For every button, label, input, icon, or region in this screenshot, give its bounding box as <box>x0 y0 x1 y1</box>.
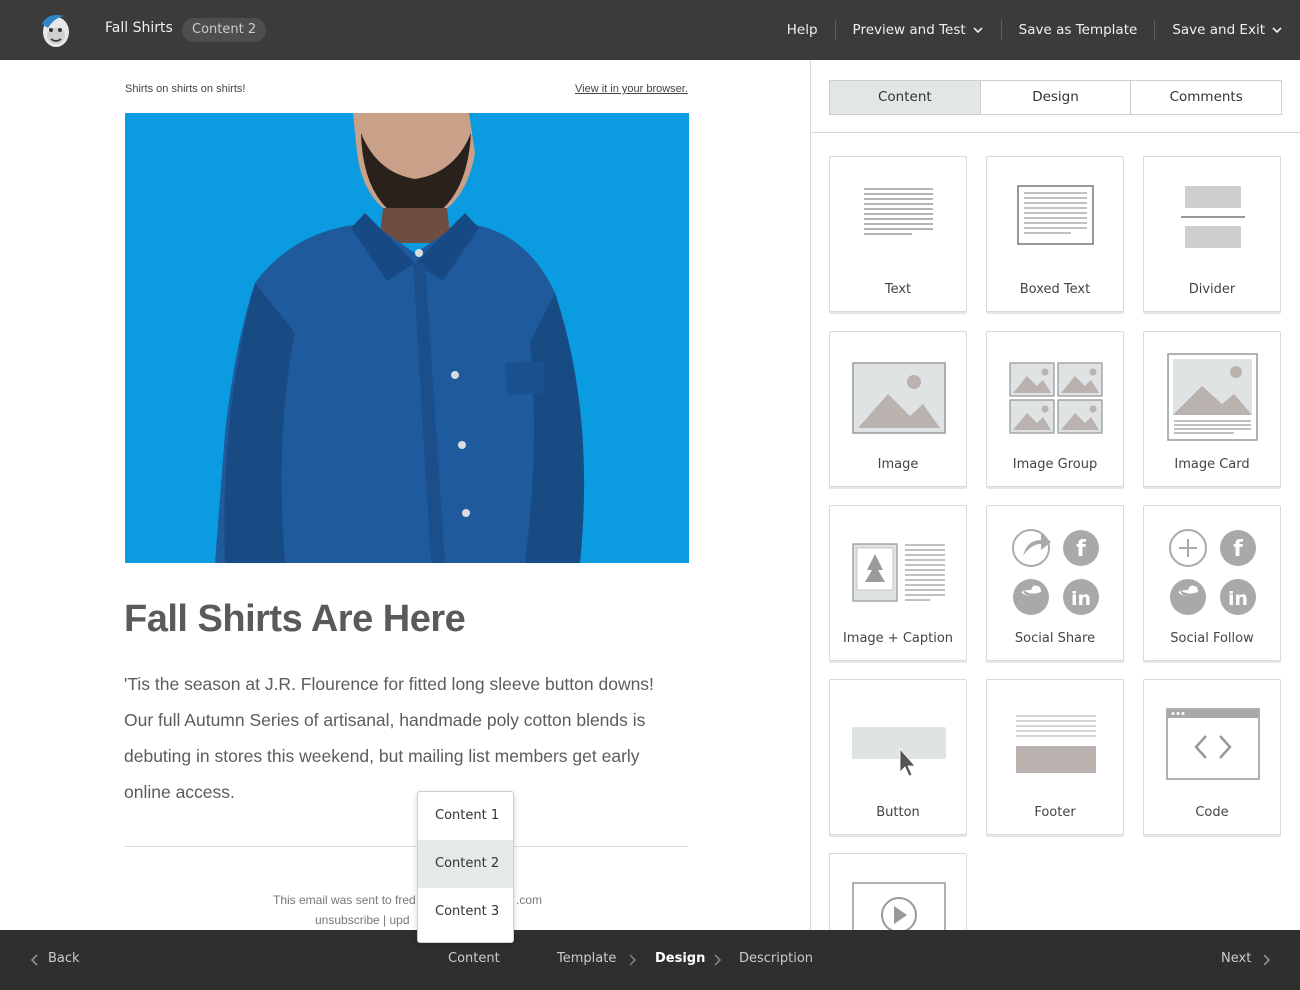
chevron-down-icon <box>1272 27 1282 34</box>
back-button[interactable]: Back <box>48 951 80 966</box>
image-card-icon <box>1167 353 1258 441</box>
body-line: Our full Autumn Series of artisanal, han… <box>124 710 646 730</box>
image-caption-icon <box>852 543 945 602</box>
help-link[interactable]: Help <box>770 20 835 40</box>
email-headline[interactable]: Fall Shirts Are Here <box>124 598 466 641</box>
block-image-card[interactable]: Image Card <box>1143 331 1281 487</box>
save-exit-label: Save and Exit <box>1172 22 1265 38</box>
code-block-icon <box>1166 708 1260 780</box>
current-section-badge: Content 2 <box>182 18 267 42</box>
chevron-left-icon <box>30 954 38 966</box>
block-image-caption[interactable]: Image + Caption <box>829 505 967 661</box>
chevron-down-icon <box>973 27 983 34</box>
block-label: Text <box>884 282 912 297</box>
dropdown-option-content-2[interactable]: Content 2 <box>418 840 513 888</box>
email-footer-links[interactable]: unsubscribe | upd <box>315 913 410 927</box>
body-line: 'Tis the season at J.R. Flourence for fi… <box>124 674 654 694</box>
block-footer[interactable]: Footer <box>986 679 1124 835</box>
block-label: Image + Caption <box>842 631 954 646</box>
block-image[interactable]: Image <box>829 331 967 487</box>
svg-text:f: f <box>1076 537 1086 562</box>
email-footer-sent-to: This email was sent to fred <box>273 893 416 907</box>
hero-photo-illustration <box>125 113 689 563</box>
video-block-icon <box>852 882 946 930</box>
block-social-follow[interactable]: f in Social Follow <box>1143 505 1281 661</box>
image-group-icon <box>1009 362 1103 434</box>
body-line: debuting in stores this weekend, but mai… <box>124 746 640 766</box>
campaign-name[interactable]: Fall Shirts <box>105 20 173 36</box>
step-description[interactable]: Description <box>739 951 813 966</box>
divider-icon <box>1181 186 1245 248</box>
social-share-icon: f in <box>1012 529 1099 615</box>
chevron-right-icon <box>1263 954 1271 966</box>
block-label: Divider <box>1188 282 1236 297</box>
block-label: Image Group <box>1012 457 1098 472</box>
view-in-browser-link[interactable]: View it in your browser. <box>575 83 688 95</box>
hero-image[interactable] <box>125 113 689 563</box>
preheader-text: Shirts on shirts on shirts! <box>125 83 246 95</box>
top-bar: Fall Shirts Content 2 Help Preview and T… <box>0 0 1300 60</box>
block-label: Social Share <box>1014 631 1096 646</box>
save-as-template-button[interactable]: Save as Template <box>1002 20 1155 40</box>
block-label: Code <box>1195 805 1229 820</box>
chevron-right-icon <box>629 954 637 966</box>
block-text[interactable]: Text <box>829 156 967 312</box>
footer-block-icon <box>1016 715 1096 773</box>
mailchimp-logo-icon[interactable] <box>34 10 74 50</box>
step-design[interactable]: Design <box>655 951 705 966</box>
block-video[interactable] <box>829 853 967 930</box>
save-and-exit-menu[interactable]: Save and Exit <box>1155 20 1300 40</box>
svg-text:f: f <box>1233 537 1243 562</box>
body-line: online access. <box>124 782 235 802</box>
next-button[interactable]: Next <box>1221 951 1251 966</box>
block-label: Image <box>877 457 919 472</box>
step-template[interactable]: Template <box>557 951 616 966</box>
dropdown-option-content-1[interactable]: Content 1 <box>418 792 513 840</box>
top-nav: Help Preview and Test Save as Template S… <box>770 0 1300 60</box>
dropdown-option-content-3[interactable]: Content 3 <box>418 888 513 936</box>
preview-test-label: Preview and Test <box>852 22 966 38</box>
content-blocks-panel: Content Design Comments Text Boxed Text … <box>810 60 1300 930</box>
svg-text:in: in <box>1071 588 1091 610</box>
email-body-text[interactable]: 'Tis the season at J.R. Flourence for fi… <box>124 666 684 810</box>
block-social-share[interactable]: f in Social Share <box>986 505 1124 661</box>
tab-content[interactable]: Content <box>830 81 981 114</box>
text-block-icon <box>864 188 933 235</box>
tab-comments[interactable]: Comments <box>1131 81 1281 114</box>
social-follow-icon: f in <box>1169 529 1256 615</box>
block-boxed-text[interactable]: Boxed Text <box>986 156 1124 312</box>
step-content[interactable]: Content <box>448 951 500 966</box>
bottom-nav-bar: Back Content Template Design Description… <box>0 930 1300 990</box>
help-label: Help <box>786 22 818 38</box>
save-template-label: Save as Template <box>1018 22 1138 38</box>
block-label: Social Follow <box>1170 631 1254 646</box>
block-image-group[interactable]: Image Group <box>986 331 1124 487</box>
boxed-text-icon <box>1017 185 1094 245</box>
block-divider[interactable]: Divider <box>1143 156 1281 312</box>
panel-tabs: Content Design Comments <box>829 80 1282 115</box>
tab-design[interactable]: Design <box>981 81 1132 114</box>
content-section-dropdown: Content 1 Content 2 Content 3 <box>417 791 514 943</box>
panel-divider <box>811 132 1300 133</box>
email-divider <box>124 846 688 847</box>
svg-text:in: in <box>1228 588 1248 610</box>
block-label: Footer <box>1034 805 1076 820</box>
preview-test-menu[interactable]: Preview and Test <box>836 20 1001 40</box>
block-label: Boxed Text <box>1019 282 1091 297</box>
email-footer-sent-to-end: .com <box>516 893 543 907</box>
image-icon <box>852 362 946 434</box>
block-code[interactable]: Code <box>1143 679 1281 835</box>
block-label: Button <box>876 805 920 820</box>
button-block-icon <box>852 727 946 777</box>
email-preview: Shirts on shirts on shirts! View it in y… <box>0 60 810 930</box>
chevron-right-icon <box>714 954 722 966</box>
block-button[interactable]: Button <box>829 679 967 835</box>
block-label: Image Card <box>1174 457 1250 472</box>
